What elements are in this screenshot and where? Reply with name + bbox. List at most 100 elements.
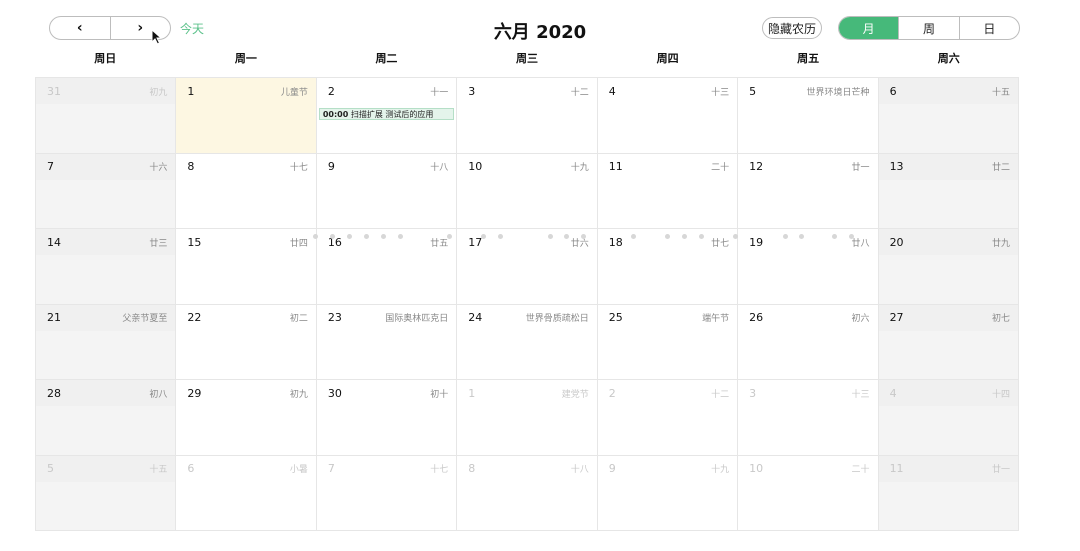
day-cell[interactable]: 24 世界骨质疏松日	[457, 304, 598, 380]
weekday-label: 周五	[797, 52, 820, 65]
drag-handle-dot	[631, 234, 636, 239]
day-cell-header: 5 世界环境日芒种	[738, 78, 877, 104]
lunar-date: 十四	[991, 389, 1010, 400]
view-week-button[interactable]: 周	[898, 17, 958, 39]
day-number: 7	[327, 462, 335, 475]
day-cell[interactable]: 16 廿五	[316, 229, 458, 305]
day-cell[interactable]: 11 二十	[597, 153, 739, 229]
lunar-date: 十五	[149, 465, 168, 475]
day-number: 8	[468, 462, 476, 475]
day-cell[interactable]: 4 十四	[878, 380, 1019, 456]
lunar-date: 十七	[289, 163, 308, 173]
view-day-button[interactable]: 日	[958, 17, 1019, 39]
day-cell[interactable]: 6 十五	[878, 78, 1019, 154]
lunar-date: 十二	[711, 389, 730, 400]
day-cell[interactable]: 9 十九	[597, 455, 739, 531]
day-cell[interactable]: 28 初八	[36, 380, 177, 456]
day-number: 19	[749, 235, 764, 249]
drag-handle-dot	[682, 234, 687, 239]
day-cell[interactable]: 2 十二	[597, 380, 739, 456]
day-number: 23	[327, 311, 342, 324]
day-cell[interactable]: 21 父亲节夏至	[36, 304, 177, 380]
day-cell[interactable]: 8 十八	[457, 455, 598, 531]
day-cell-header: 21 父亲节夏至	[36, 304, 176, 331]
lunar-date: 世界骨质疏松日	[525, 314, 589, 324]
day-cell[interactable]: 8 十七	[176, 153, 317, 229]
lunar-date: 廿二	[991, 163, 1010, 173]
day-cell-header: 2 十二	[598, 380, 737, 406]
calendar-event[interactable]: 00:00 扫描扩展 测试后的应用	[318, 108, 455, 120]
day-cell[interactable]: 14 廿三	[36, 229, 177, 305]
day-cell[interactable]: 18 廿七	[597, 229, 739, 305]
weekday-label: 周一	[234, 52, 257, 65]
day-cell-header: 8 十七	[176, 154, 315, 180]
day-cell[interactable]: 27 初七	[878, 304, 1019, 380]
day-number: 15	[187, 235, 202, 249]
day-cell[interactable]: 3 十三	[738, 380, 879, 456]
day-cell[interactable]: 22 初二	[176, 304, 317, 380]
lunar-date: 廿三	[149, 238, 168, 249]
lunar-date: 初七	[991, 314, 1010, 324]
day-cell[interactable]: 19 廿八	[738, 229, 879, 305]
view-month-button[interactable]: 月	[839, 17, 899, 39]
day-cell[interactable]: 17 廿六	[457, 229, 598, 305]
hide-lunar-button[interactable]: 隐藏农历	[762, 17, 822, 39]
day-number: 10	[468, 160, 483, 173]
drag-handle-dot	[347, 234, 352, 239]
calendar-toolbar: ‹ › 今天 六月 2020 隐藏农历 月 周 日	[0, 0, 1080, 56]
day-cell[interactable]: 25 端午节	[597, 304, 739, 380]
day-cell[interactable]: 20 廿九	[878, 229, 1019, 305]
day-cell[interactable]: 12 廿一	[738, 153, 879, 229]
lunar-date: 端午节	[702, 314, 730, 324]
day-number: 11	[889, 462, 904, 475]
day-cell[interactable]: 7 十七	[316, 455, 458, 531]
day-number: 3	[749, 386, 757, 400]
day-cell-header: 11 廿一	[878, 455, 1018, 482]
day-number: 4	[608, 84, 616, 98]
day-cell-header: 22 初二	[176, 305, 315, 331]
lunar-date: 二十	[711, 163, 730, 173]
day-cell[interactable]: 23 国际奥林匹克日	[316, 304, 458, 380]
drag-handle-dot	[581, 234, 586, 239]
day-cell[interactable]: 31 初九	[36, 78, 177, 154]
lunar-date: 初十	[430, 389, 449, 400]
day-cell[interactable]: 13 廿二	[878, 153, 1019, 229]
day-cell-header: 12 廿一	[738, 154, 877, 180]
lunar-date: 廿六	[570, 238, 589, 249]
day-cell[interactable]: 6 小暑	[176, 455, 317, 531]
day-cell[interactable]: 3 十二	[457, 78, 598, 154]
day-cell[interactable]: 5 世界环境日芒种	[738, 78, 879, 154]
drag-handle-dot	[364, 234, 369, 239]
day-cell[interactable]: 1 建党节	[457, 380, 598, 456]
day-cell-header: 10 二十	[738, 456, 877, 482]
day-cell[interactable]: 7 十六	[36, 153, 177, 229]
day-cell[interactable]: 29 初九	[176, 380, 317, 456]
day-cell[interactable]: 10 二十	[738, 455, 879, 531]
day-cell[interactable]: 26 初六	[738, 304, 879, 380]
lunar-date: 初八	[149, 389, 168, 400]
day-cell[interactable]: 9 十八	[316, 153, 458, 229]
drag-handle-dot	[481, 234, 486, 239]
lunar-date: 初六	[851, 314, 870, 324]
day-cell[interactable]: 2 十一 00:00 扫描扩展 测试后的应用	[316, 78, 458, 154]
day-cell[interactable]: 1 儿童节	[176, 78, 317, 154]
weekday-label: 周二	[375, 52, 398, 65]
lunar-date: 廿七	[711, 238, 730, 249]
day-cell-header: 15 廿四	[176, 229, 315, 255]
weekday-label: 周六	[937, 52, 960, 65]
day-cell[interactable]: 10 十九	[457, 153, 598, 229]
day-cell[interactable]: 15 廿四	[176, 229, 317, 305]
lunar-date: 廿九	[991, 238, 1010, 249]
day-cell-header: 28 初八	[36, 380, 176, 406]
day-cell[interactable]: 11 廿一	[878, 455, 1019, 531]
lunar-date: 廿四	[289, 238, 308, 249]
day-number: 30	[327, 386, 342, 400]
day-number: 13	[889, 160, 904, 173]
day-number: 3	[468, 84, 476, 98]
day-cell[interactable]: 4 十三	[597, 78, 739, 154]
day-number: 10	[749, 462, 764, 475]
day-cell[interactable]: 5 十五	[36, 455, 177, 531]
day-cell[interactable]: 30 初十	[316, 380, 458, 456]
lunar-date: 十八	[570, 465, 589, 475]
day-number: 26	[749, 311, 764, 324]
